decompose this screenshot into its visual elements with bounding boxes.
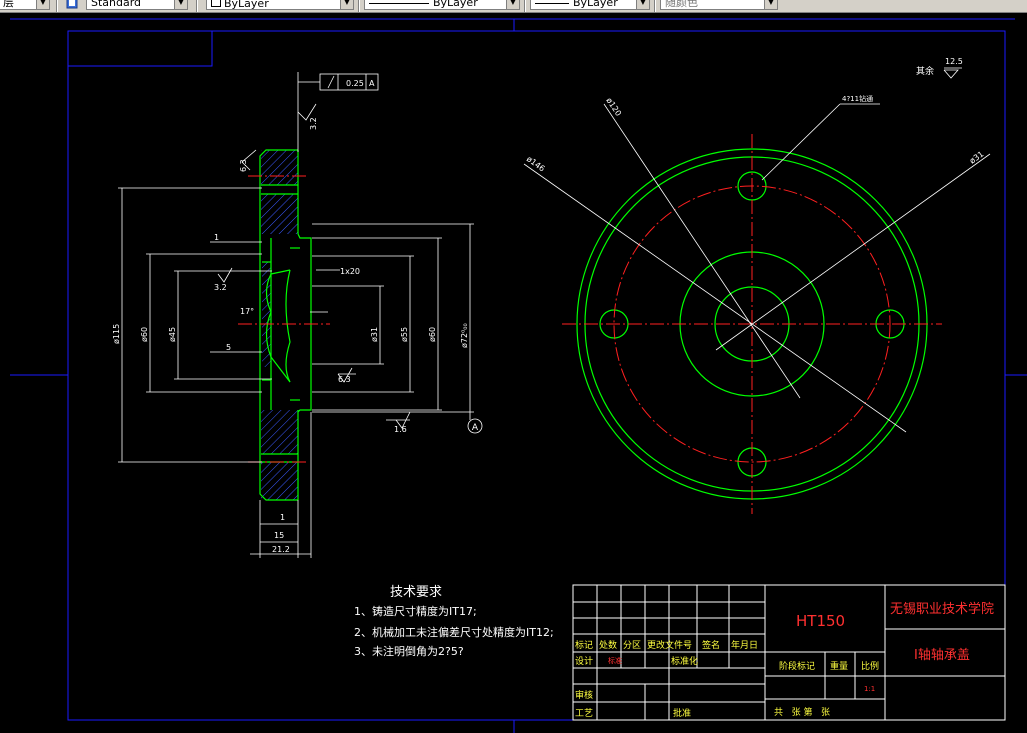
dim-1-bottom: 1	[280, 513, 285, 522]
toolbar-separator	[56, 0, 58, 12]
header-cell: 标记	[575, 639, 593, 651]
side-section-view: A 0.25 A 3.2 6.3 ø115 ø60 ø45 ø31 ø55 ø6…	[112, 72, 483, 558]
section-hatch	[261, 150, 298, 500]
design-label: 设计	[575, 655, 593, 667]
other-roughness-symbol	[943, 67, 962, 79]
chevron-down-icon[interactable]: ▼	[36, 0, 49, 9]
approve-label: 批准	[673, 707, 691, 719]
check-label: 审核	[575, 689, 593, 701]
chevron-down-icon[interactable]: ▼	[506, 0, 519, 9]
dim-d60-left: ø60	[140, 327, 149, 342]
dim-d31: ø31	[370, 327, 379, 342]
chevron-down-icon[interactable]: ▼	[340, 0, 353, 9]
dimension-style-icon[interactable]	[66, 0, 78, 9]
front-dimension-lines	[523, 103, 991, 433]
design-sign: 标准	[608, 656, 622, 665]
hole-note: 4?11钻通	[842, 94, 873, 103]
layer-dropdown[interactable]: 层 ▼	[0, 0, 50, 10]
header-cell: 处数	[599, 639, 617, 651]
part-name: I轴轴承盖	[914, 648, 970, 663]
tech-req-item: 2、机械加工未注偏差尺寸处精度为IT12;	[354, 625, 554, 639]
header-cell: 分区	[623, 640, 641, 651]
scale-label: 比例	[861, 660, 879, 672]
standardize-label: 标准化	[671, 655, 698, 667]
material-label: HT150	[796, 612, 845, 630]
dimstyle-dropdown[interactable]: Standard ▼	[86, 0, 188, 10]
lineweight-value: ByLayer	[573, 0, 618, 9]
perp-tolerance-value: 0.25	[346, 79, 364, 88]
plotstyle-value: 随颜色	[665, 0, 698, 9]
toolbar-separator	[524, 0, 526, 12]
tech-req-title: 技术要求	[390, 585, 442, 600]
sheet-count-label: 共 张 第 张	[774, 706, 830, 718]
header-cell: 更改文件号	[647, 639, 692, 651]
chevron-down-icon[interactable]: ▼	[764, 0, 777, 9]
roughness-16-label: 1.6	[394, 425, 407, 434]
dim-angle: 17°	[240, 307, 254, 316]
dim-d72: ø72⁰₀₀	[460, 323, 469, 348]
tech-req-item: 1、铸造尺寸精度为IT17;	[354, 604, 477, 618]
school-name: 无锡职业技术学院	[890, 601, 994, 617]
dim-d60-right: ø60	[428, 327, 437, 342]
linetype-dropdown[interactable]: ByLayer ▼	[364, 0, 520, 10]
front-circular-view: 其余 12.5 4?11钻通 ø146 ø120 ø31	[523, 57, 991, 514]
toolbar-separator	[654, 0, 656, 12]
dim-chamfer: 1x20	[340, 267, 360, 276]
dim-15: 15	[274, 531, 284, 540]
tech-req-item: 3、未注明倒角为2?5?	[354, 644, 464, 658]
weight-label: 重量	[830, 660, 848, 672]
color-dropdown[interactable]: ByLayer ▼	[206, 0, 354, 10]
roughness-left-label: 6.3	[239, 159, 248, 172]
header-cell: 年月日	[731, 639, 758, 651]
lineweight-dropdown[interactable]: ByLayer ▼	[530, 0, 650, 10]
plotstyle-dropdown[interactable]: 随颜色 ▼	[660, 0, 778, 10]
header-cell: 签名	[702, 639, 720, 651]
layer-dropdown-value: 层	[3, 0, 14, 9]
drawing-canvas[interactable]: A 0.25 A 3.2 6.3 ø115 ø60 ø45 ø31 ø55 ø6…	[0, 12, 1027, 733]
dim-5: 5	[226, 343, 231, 352]
linetype-value: ByLayer	[433, 0, 478, 9]
scale-value: 1:1	[864, 685, 875, 693]
line-sample-icon	[535, 2, 569, 4]
perp-datum-label: A	[369, 79, 375, 88]
color-swatch-icon	[211, 0, 221, 7]
stage-label: 阶段标记	[779, 660, 815, 672]
roughness-top-label: 3.2	[309, 117, 318, 130]
other-roughness-value: 12.5	[945, 57, 963, 66]
dim-1-top: 1	[214, 233, 219, 242]
chevron-down-icon[interactable]: ▼	[174, 0, 187, 9]
chevron-down-icon[interactable]: ▼	[636, 0, 649, 9]
dim-d120: ø120	[604, 96, 623, 118]
dim-d45: ø45	[168, 327, 177, 342]
toolbar-separator	[358, 0, 360, 12]
dim-21: 21.2	[272, 545, 290, 554]
dim-d115: ø115	[112, 324, 121, 344]
process-label: 工艺	[575, 708, 593, 719]
color-value: ByLayer	[224, 0, 269, 10]
dimstyle-value: Standard	[91, 0, 142, 9]
roughness-32-label: 3.2	[214, 283, 227, 292]
dim-d146: ø146	[525, 154, 547, 173]
roughness-63-label: 6.3	[338, 375, 351, 384]
technical-requirements: 技术要求 1、铸造尺寸精度为IT17; 2、机械加工未注偏差尺寸处精度为IT12…	[354, 585, 554, 658]
toolbar-separator	[196, 0, 198, 12]
line-sample-icon	[369, 2, 429, 4]
dim-d55: ø55	[400, 327, 409, 342]
title-block: HT150 无锡职业技术学院 I轴轴承盖 标记 处数 分区 更改文件号 签名 年…	[572, 584, 1006, 721]
other-roughness-label: 其余	[916, 65, 934, 77]
datum-a-label: A	[472, 423, 479, 433]
